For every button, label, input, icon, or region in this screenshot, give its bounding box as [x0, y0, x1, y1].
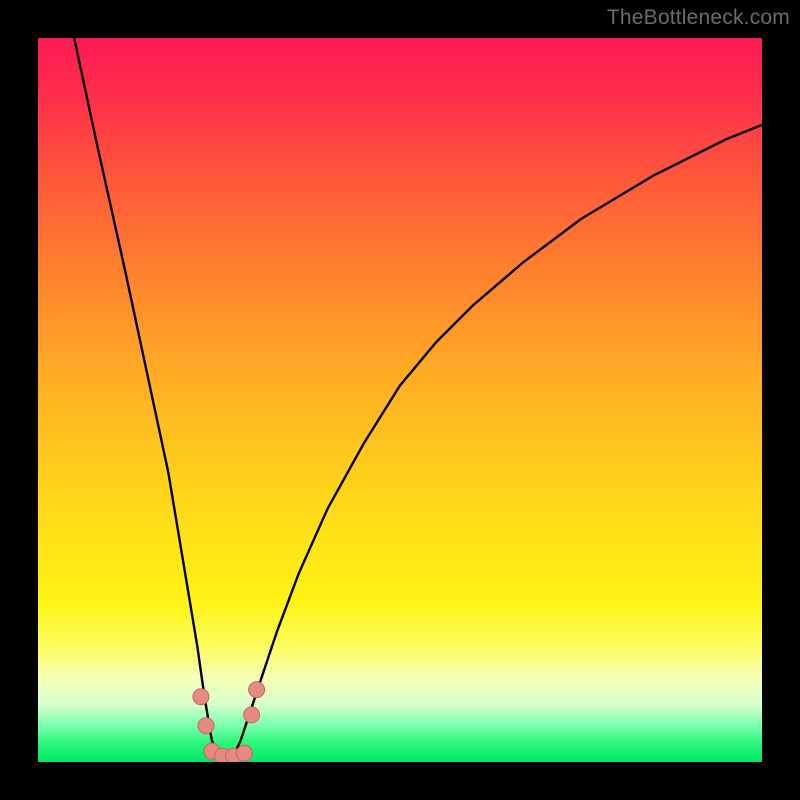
bottleneck-chart-svg: [38, 38, 762, 762]
marker-left-cluster-upper: [193, 689, 209, 705]
watermark-text: TheBottleneck.com: [607, 6, 790, 30]
marker-group: [193, 682, 265, 762]
marker-right-cluster-lower: [244, 707, 260, 723]
marker-right-cluster-upper: [249, 682, 265, 698]
chart-frame: TheBottleneck.com: [0, 0, 800, 800]
chart-plot-area: [38, 38, 762, 762]
marker-bottom-right: [236, 745, 252, 761]
bottleneck-curve-path: [74, 38, 762, 758]
marker-left-cluster-lower: [198, 718, 214, 734]
